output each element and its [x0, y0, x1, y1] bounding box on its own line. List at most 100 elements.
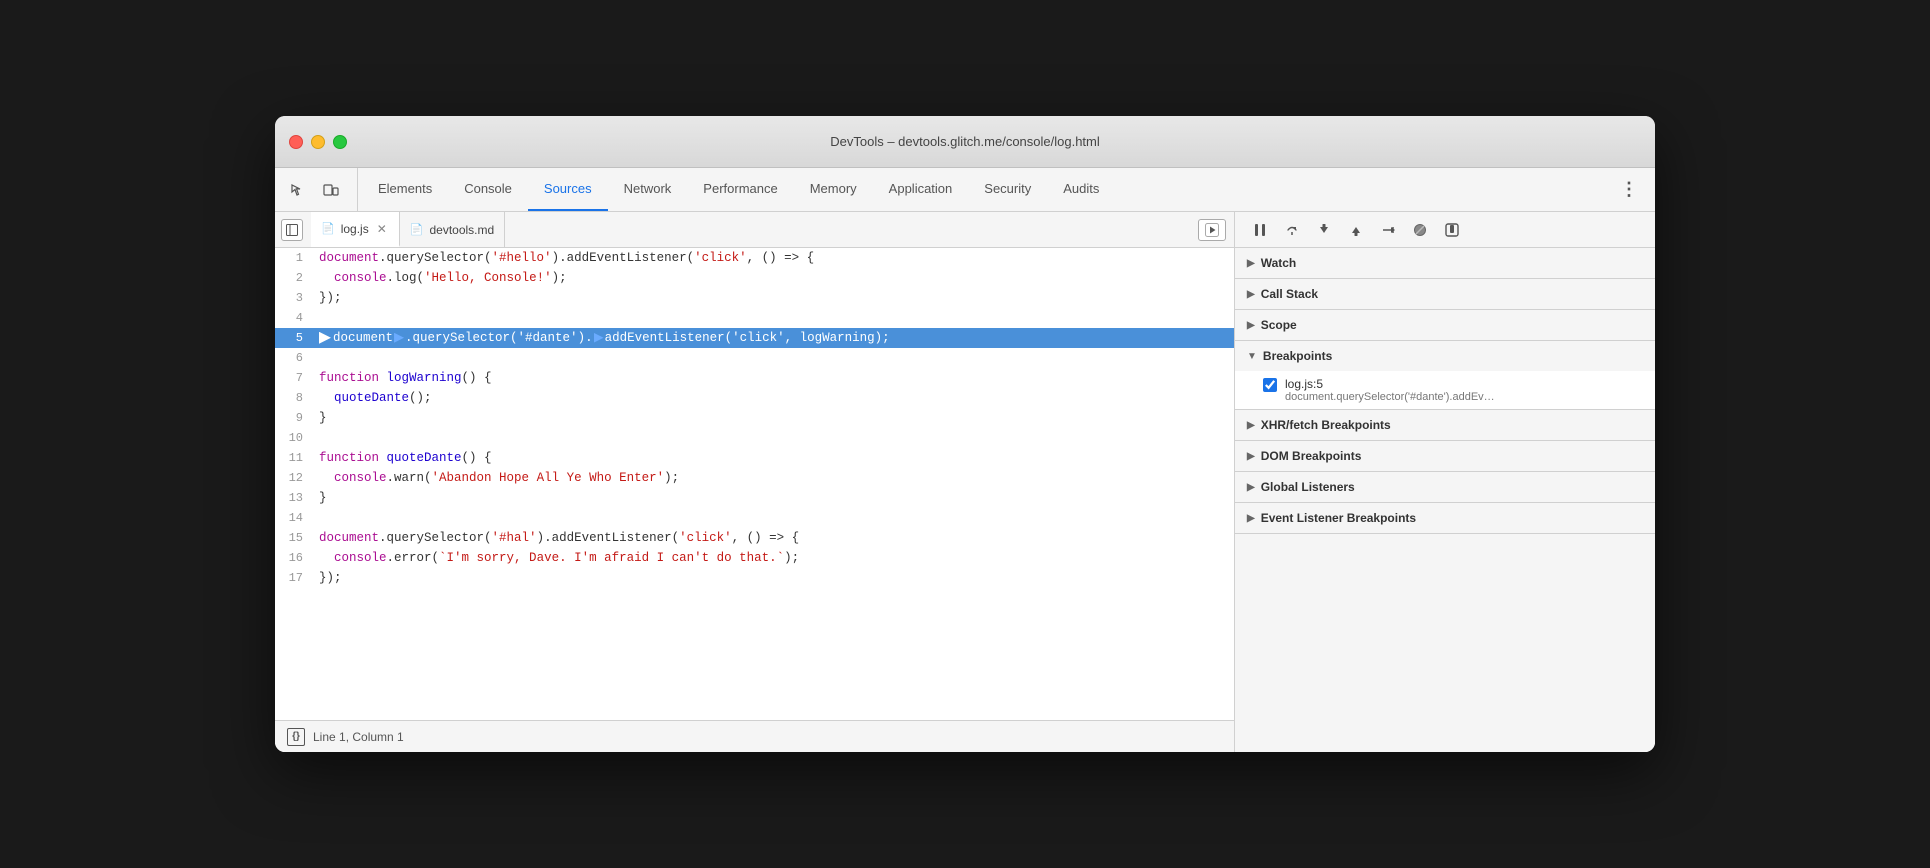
section-call-stack: ▶ Call Stack — [1235, 279, 1655, 310]
section-event-listener-breakpoints: ▶ Event Listener Breakpoints — [1235, 503, 1655, 534]
code-editor[interactable]: 1 document.querySelector('#hello').addEv… — [275, 248, 1234, 720]
status-bar: {} Line 1, Column 1 — [275, 720, 1234, 752]
file-tabs-right — [1198, 219, 1234, 241]
chevron-right-icon-2: ▶ — [1247, 289, 1255, 300]
file-icon-js: 📄 — [321, 222, 335, 235]
traffic-lights — [275, 135, 347, 149]
file-tabs-bar: 📄 log.js ✕ 📄 devtools.md — [275, 212, 1234, 248]
tab-security[interactable]: Security — [968, 168, 1047, 211]
code-line-3: 3 }); — [275, 288, 1234, 308]
code-line-16: 16 console.error(`I'm sorry, Dave. I'm a… — [275, 548, 1234, 568]
maximize-button[interactable] — [333, 135, 347, 149]
section-xhr-header[interactable]: ▶ XHR/fetch Breakpoints — [1235, 410, 1655, 440]
code-line-17: 17 }); — [275, 568, 1234, 588]
close-button[interactable] — [289, 135, 303, 149]
breakpoint-code: document.querySelector('#dante').addEv… — [1285, 391, 1495, 403]
code-line-8: 8 quoteDante(); — [275, 388, 1234, 408]
code-line-5: 5 document.querySelector('#dante').addEv… — [275, 328, 1234, 348]
cursor-position: Line 1, Column 1 — [313, 730, 404, 744]
chevron-down-icon: ▼ — [1247, 351, 1257, 362]
tab-sources[interactable]: Sources — [528, 168, 608, 211]
step-into-button[interactable] — [1311, 217, 1337, 243]
chevron-right-icon-5: ▶ — [1247, 451, 1255, 462]
section-watch: ▶ Watch — [1235, 248, 1655, 279]
file-tab-logjs[interactable]: 📄 log.js ✕ — [311, 212, 400, 247]
tabs-list: Elements Console Sources Network Perform… — [362, 168, 1615, 211]
breakpoint-info: log.js:5 document.querySelector('#dante'… — [1285, 377, 1495, 403]
breakpoints-list: log.js:5 document.querySelector('#dante'… — [1235, 371, 1655, 409]
debug-toolbar — [1235, 212, 1655, 248]
more-tabs-button[interactable]: ⋮ — [1615, 176, 1643, 204]
chevron-right-icon-4: ▶ — [1247, 420, 1255, 431]
code-line-12: 12 console.warn('Abandon Hope All Ye Who… — [275, 468, 1234, 488]
step-over-button[interactable] — [1279, 217, 1305, 243]
section-watch-label: Watch — [1261, 256, 1297, 270]
section-call-stack-header[interactable]: ▶ Call Stack — [1235, 279, 1655, 309]
section-global-label: Global Listeners — [1261, 480, 1355, 494]
format-icon[interactable]: {} — [287, 728, 305, 746]
section-scope-header[interactable]: ▶ Scope — [1235, 310, 1655, 340]
deactivate-breakpoints-button[interactable] — [1407, 217, 1433, 243]
chevron-right-icon-6: ▶ — [1247, 482, 1255, 493]
code-line-6: 6 — [275, 348, 1234, 368]
code-line-13: 13 } — [275, 488, 1234, 508]
tabs-right: ⋮ — [1615, 168, 1647, 211]
section-breakpoints: ▼ Breakpoints log.js:5 document.querySel… — [1235, 341, 1655, 410]
chevron-right-icon-3: ▶ — [1247, 320, 1255, 331]
sources-panel: 📄 log.js ✕ 📄 devtools.md — [275, 212, 1235, 752]
tab-audits[interactable]: Audits — [1047, 168, 1115, 211]
tabs-bar: Elements Console Sources Network Perform… — [275, 168, 1655, 212]
chevron-right-icon-7: ▶ — [1247, 513, 1255, 524]
section-watch-header[interactable]: ▶ Watch — [1235, 248, 1655, 278]
section-xhr-breakpoints: ▶ XHR/fetch Breakpoints — [1235, 410, 1655, 441]
step-button[interactable] — [1375, 217, 1401, 243]
run-snippet-button[interactable] — [1198, 219, 1226, 241]
device-toggle-button[interactable] — [317, 176, 345, 204]
tab-memory[interactable]: Memory — [794, 168, 873, 211]
file-tab-devtoolsmd[interactable]: 📄 devtools.md — [400, 212, 505, 247]
pause-resume-button[interactable] — [1247, 217, 1273, 243]
tab-network[interactable]: Network — [608, 168, 688, 211]
devtools-body: 📄 log.js ✕ 📄 devtools.md — [275, 212, 1655, 752]
file-icon-md: 📄 — [410, 223, 424, 236]
section-event-listener-header[interactable]: ▶ Event Listener Breakpoints — [1235, 503, 1655, 533]
right-panel: ▶ Watch ▶ Call Stack ▶ Scope — [1235, 212, 1655, 752]
step-out-button[interactable] — [1343, 217, 1369, 243]
section-breakpoints-label: Breakpoints — [1263, 349, 1332, 363]
code-line-7: 7 function logWarning() { — [275, 368, 1234, 388]
right-panel-content: ▶ Watch ▶ Call Stack ▶ Scope — [1235, 248, 1655, 752]
section-global-header[interactable]: ▶ Global Listeners — [1235, 472, 1655, 502]
breakpoint-location: log.js:5 — [1285, 377, 1495, 391]
chevron-right-icon: ▶ — [1247, 258, 1255, 269]
section-breakpoints-header[interactable]: ▼ Breakpoints — [1235, 341, 1655, 371]
code-line-4: 4 — [275, 308, 1234, 328]
section-xhr-label: XHR/fetch Breakpoints — [1261, 418, 1391, 432]
code-line-14: 14 — [275, 508, 1234, 528]
section-dom-header[interactable]: ▶ DOM Breakpoints — [1235, 441, 1655, 471]
devtools-window: DevTools – devtools.glitch.me/console/lo… — [275, 116, 1655, 752]
tab-application[interactable]: Application — [873, 168, 969, 211]
breakpoint-checkbox[interactable] — [1263, 378, 1277, 392]
tab-elements[interactable]: Elements — [362, 168, 448, 211]
select-element-button[interactable] — [283, 176, 311, 204]
section-event-listener-label: Event Listener Breakpoints — [1261, 511, 1416, 525]
panel-toggle-button[interactable] — [281, 219, 303, 241]
section-call-stack-label: Call Stack — [1261, 287, 1318, 301]
tab-performance[interactable]: Performance — [687, 168, 793, 211]
section-dom-breakpoints: ▶ DOM Breakpoints — [1235, 441, 1655, 472]
file-tab-label-md: devtools.md — [429, 223, 494, 237]
tab-console[interactable]: Console — [448, 168, 528, 211]
file-tab-close[interactable]: ✕ — [375, 222, 389, 236]
code-line-15: 15 document.querySelector('#hal').addEve… — [275, 528, 1234, 548]
code-line-11: 11 function quoteDante() { — [275, 448, 1234, 468]
section-scope-label: Scope — [1261, 318, 1297, 332]
code-line-1: 1 document.querySelector('#hello').addEv… — [275, 248, 1234, 268]
window-title: DevTools – devtools.glitch.me/console/lo… — [830, 134, 1100, 149]
titlebar: DevTools – devtools.glitch.me/console/lo… — [275, 116, 1655, 168]
pause-on-exceptions-button[interactable] — [1439, 217, 1465, 243]
file-tab-label: log.js — [341, 222, 369, 236]
code-line-10: 10 — [275, 428, 1234, 448]
minimize-button[interactable] — [311, 135, 325, 149]
code-line-9: 9 } — [275, 408, 1234, 428]
code-line-2: 2 console.log('Hello, Console!'); — [275, 268, 1234, 288]
